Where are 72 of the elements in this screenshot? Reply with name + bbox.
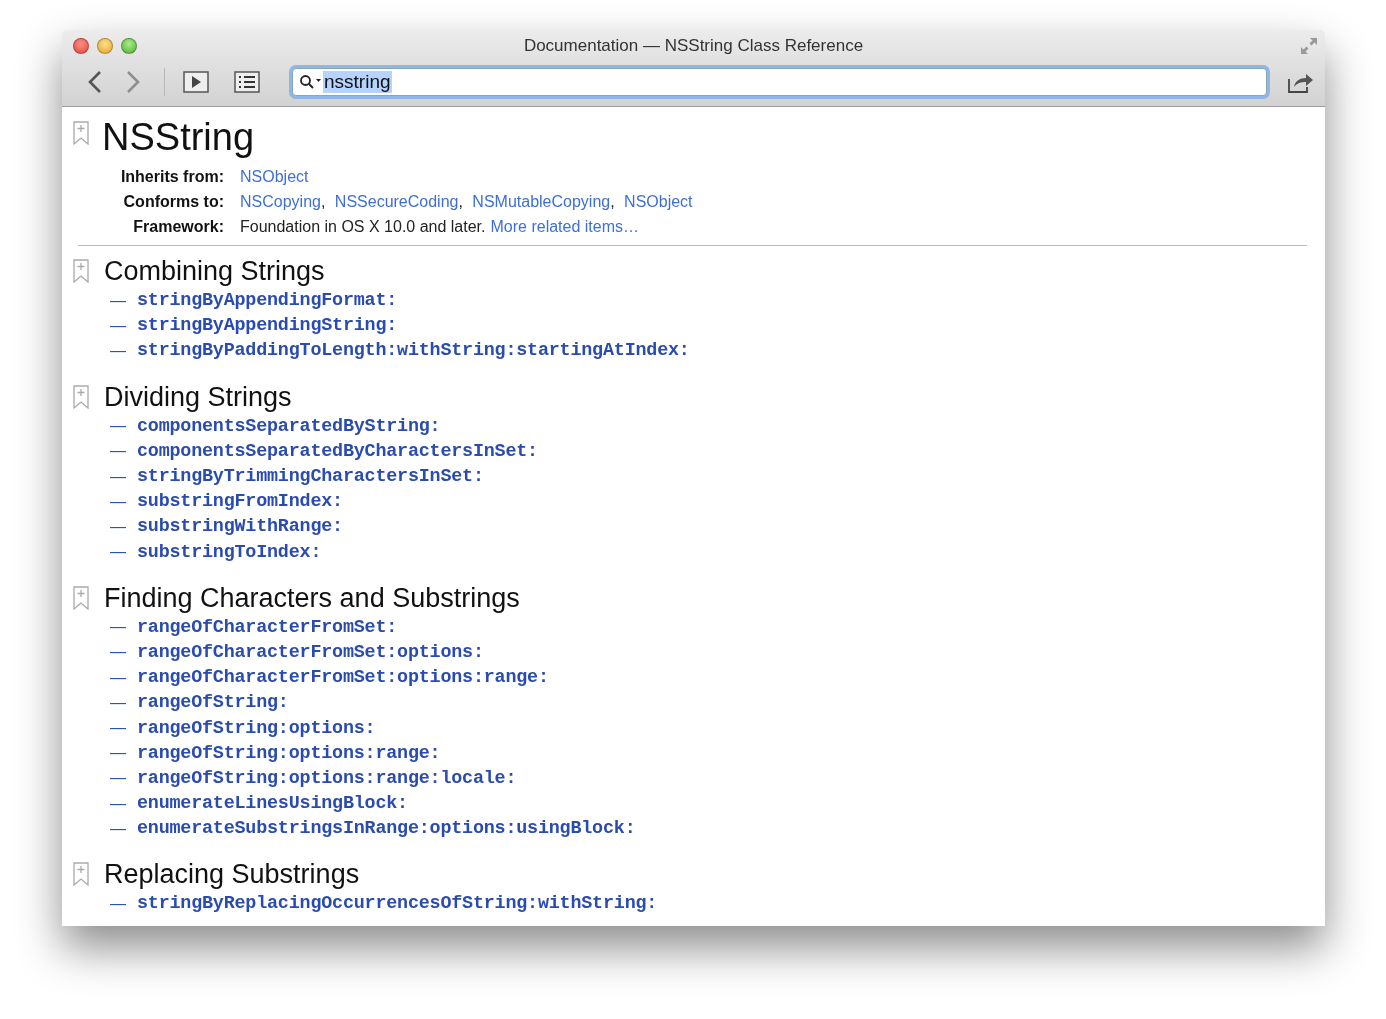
dash-marker: — [110,442,126,461]
info-label: Inherits from: [119,167,224,186]
bookmark-icon[interactable] [72,259,90,283]
play-icon[interactable] [183,71,209,93]
dash-marker: — [110,543,126,562]
method-link[interactable]: rangeOfCharacterFromSet:options: [137,641,484,663]
info-link[interactable]: NSCopying [240,193,321,210]
dash-marker: — [110,417,126,436]
dash-marker: — [110,643,126,662]
dash-marker: — [110,819,126,838]
dash-marker: — [110,794,126,813]
minimize-button[interactable] [97,38,113,54]
method-link[interactable]: substringFromIndex: [137,491,343,513]
info-link[interactable]: More related items… [490,218,639,235]
close-button[interactable] [73,38,89,54]
dash-marker: — [110,291,126,310]
bookmark-icon[interactable] [72,384,90,409]
method-link[interactable]: rangeOfCharacterFromSet:options:range: [137,667,549,689]
back-icon[interactable] [86,70,104,94]
page-title: NSString [102,115,255,159]
method-link[interactable]: substringToIndex: [137,541,322,563]
list-icon[interactable] [234,71,260,93]
dash-marker: — [110,719,126,738]
method-link[interactable]: substringWithRange: [137,516,343,538]
method-link[interactable]: enumerateLinesUsingBlock: [137,793,408,815]
forward-icon[interactable] [124,70,142,94]
info-label: Conforms to: [122,192,224,211]
section-heading: Finding Characters and Substrings [104,581,520,615]
method-link[interactable]: rangeOfString:options:range: [137,742,441,764]
method-link[interactable]: stringByAppendingFormat: [137,290,398,312]
section-heading: Dividing Strings [104,380,292,414]
section-heading: Replacing Substrings [104,858,360,892]
method-link[interactable]: stringByReplacingOccurrencesOfString:withString: [137,893,658,915]
fullscreen-icon[interactable] [1299,36,1319,56]
method-link[interactable]: enumerateSubstringsInRange:options:usingBlock: [137,818,636,840]
dash-marker: — [110,769,126,788]
method-link[interactable]: rangeOfString: [137,692,289,714]
method-link[interactable]: componentsSeparatedByString: [137,415,441,437]
info-label: Framework: [132,217,224,236]
bookmark-icon[interactable] [72,585,90,610]
method-link[interactable]: rangeOfString:options:range:locale: [137,767,517,789]
info-link[interactable]: NSMutableCopying [472,193,611,210]
dash-marker: — [110,316,126,335]
zoom-button[interactable] [121,38,137,54]
dash-marker: — [110,618,126,637]
method-link[interactable]: componentsSeparatedByCharactersInSet: [137,440,538,462]
info-text: , [458,193,464,210]
dash-marker: — [110,693,126,712]
window-title: Documentation — NSString Class Reference [523,36,864,56]
info-link[interactable]: NSObject [624,193,693,210]
method-link[interactable]: rangeOfCharacterFromSet: [137,616,398,638]
dash-marker: — [110,668,126,687]
dash-marker: — [110,467,126,486]
info-text: , [320,193,327,210]
dash-marker: — [110,894,126,913]
info-text: , [610,193,616,210]
info-text: Foundation in OS X 10.0 and later. [240,218,486,235]
dash-marker: — [110,341,126,360]
search-icon [299,74,323,90]
bookmark-icon[interactable] [72,862,90,887]
search-field[interactable]: nsstring [292,68,1267,96]
info-link[interactable]: NSObject [240,168,309,185]
dash-marker: — [110,517,126,536]
info-link[interactable]: NSSecureCoding [334,193,459,210]
dash-marker: — [110,492,126,511]
method-link[interactable]: stringByPaddingToLength:withString:startingAtIndex: [137,340,690,362]
bookmark-icon[interactable] [72,121,90,145]
dash-marker: — [110,744,126,763]
method-link[interactable]: stringByAppendingString: [137,315,398,337]
method-link[interactable]: stringByTrimmingCharactersInSet: [137,466,484,488]
method-link[interactable]: rangeOfString:options: [137,717,376,739]
section-heading: Combining Strings [104,255,325,288]
